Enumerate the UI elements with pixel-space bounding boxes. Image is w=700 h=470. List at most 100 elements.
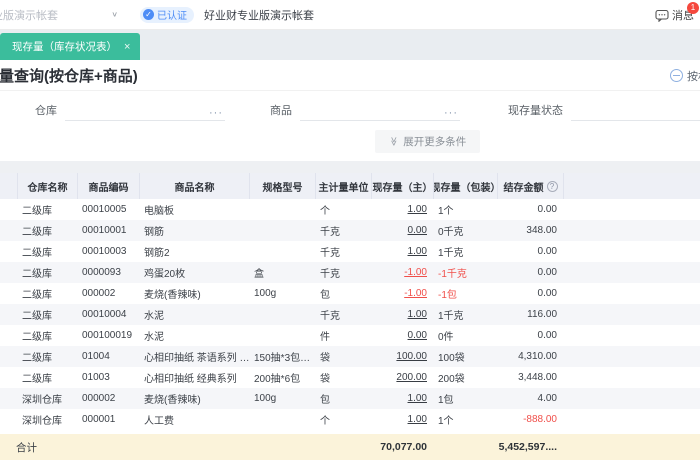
cell-name: 电脑板 — [144, 206, 174, 217]
cell-warehouse: 深圳仓库 — [22, 395, 62, 406]
cell-index — [0, 325, 18, 346]
header-code: 商品编码 — [78, 173, 140, 199]
cell-filler — [564, 304, 700, 325]
cell-qty-package: 1个 — [438, 416, 454, 427]
table-row[interactable]: 二级库 01004 心相印抽纸 茶语系列 … 150抽*3包… 袋 100.00… — [0, 346, 700, 367]
corner-action-button[interactable]: 按相 — [670, 60, 700, 90]
cell-code: 000100019 — [82, 330, 133, 341]
cell-qty-package: 100袋 — [438, 353, 465, 364]
qty-main-link[interactable]: 1.00 — [408, 246, 427, 257]
cell-qty-package: 1千克 — [438, 248, 464, 259]
cell-name: 钢筋 — [144, 227, 164, 238]
qty-main-link[interactable]: -1.00 — [404, 267, 427, 278]
header-spec: 规格型号 — [250, 173, 316, 199]
cell-name: 人工费 — [144, 416, 174, 427]
filter-panel: 仓库 ··· 商品 ··· 现存量状态 ≫ 展开更多条件 — [0, 91, 700, 161]
cell-unit: 个 — [320, 206, 330, 217]
cell-name: 水泥 — [144, 311, 164, 322]
cell-name: 麦烧(香辣味) — [144, 290, 201, 301]
table-row[interactable]: 二级库 000100019 水泥 件 0.00 0件 0.00 — [0, 325, 700, 346]
cell-unit: 袋 — [320, 374, 330, 385]
cell-spec — [250, 409, 316, 430]
cell-index — [0, 199, 18, 220]
cell-index — [0, 283, 18, 304]
cell-amount: 3,448.00 — [518, 372, 557, 383]
qty-main-link[interactable]: -1.00 — [404, 288, 427, 299]
account-set-selector[interactable]: 专业版演示帐套 ∨ — [0, 7, 122, 23]
cell-unit: 个 — [320, 416, 330, 427]
cell-code: 00010005 — [82, 204, 127, 215]
messages-count-badge: 1 — [687, 2, 699, 14]
total-label: 合计 — [16, 441, 37, 454]
cell-spec — [250, 325, 316, 346]
account-set-label: 专业版演示帐套 — [0, 9, 58, 22]
cell-qty-package: 1个 — [438, 206, 454, 217]
cell-index — [0, 367, 18, 388]
status-label: 现存量状态 — [508, 105, 563, 117]
header-qty-package: 现存量（包装） — [434, 173, 498, 199]
cell-filler — [564, 325, 700, 346]
cell-code: 000002 — [82, 288, 116, 299]
warehouse-picker-ellipsis[interactable]: ··· — [209, 107, 225, 120]
qty-main-link[interactable]: 1.00 — [408, 393, 427, 404]
table-row[interactable]: 二级库 00010003 钢筋2 千克 1.00 1千克 0.00 — [0, 241, 700, 262]
cell-unit: 千克 — [320, 311, 340, 322]
cell-qty-package: 0千克 — [438, 227, 464, 238]
product-picker-ellipsis[interactable]: ··· — [444, 107, 460, 120]
header-filler — [564, 173, 700, 199]
cell-unit: 千克 — [320, 227, 340, 238]
cell-spec: 100g — [254, 288, 277, 299]
cell-amount: -888.00 — [523, 414, 557, 425]
cell-filler — [564, 409, 700, 430]
cell-code: 00010001 — [82, 225, 127, 236]
warehouse-input[interactable]: ··· — [65, 101, 225, 121]
qty-main-link[interactable]: 1.00 — [408, 309, 427, 320]
cell-amount: 0.00 — [537, 288, 557, 299]
cell-spec: 200抽*6包 — [254, 374, 301, 385]
table-row[interactable]: 深圳仓库 000002 麦烧(香辣味) 100g 包 1.00 1包 4.00 — [0, 388, 700, 409]
qty-main-link[interactable]: 0.00 — [408, 330, 427, 341]
qty-main-link[interactable]: 0.00 — [408, 225, 427, 236]
expand-more-conditions-button[interactable]: ≫ 展开更多条件 — [374, 130, 481, 153]
qty-main-link[interactable]: 1.00 — [408, 414, 427, 425]
header-unit: 主计量单位 — [316, 173, 372, 199]
table-body: 二级库 00010005 电脑板 个 1.00 1个 0.00 二级库 0001… — [0, 199, 700, 430]
table-row[interactable]: 二级库 000002 麦烧(香辣味) 100g 包 -1.00 -1包 0.00 — [0, 283, 700, 304]
cell-spec — [250, 304, 316, 325]
inventory-table: 仓库名称 商品编码 商品名称 规格型号 主计量单位 现存量（主） 现存量（包装）… — [0, 173, 700, 460]
cell-warehouse: 二级库 — [22, 374, 52, 385]
cell-qty-package: 1千克 — [438, 311, 464, 322]
verified-check-icon: ✓ — [143, 9, 154, 20]
table-row[interactable]: 二级库 00010001 钢筋 千克 0.00 0千克 348.00 — [0, 220, 700, 241]
cell-filler — [564, 283, 700, 304]
header-amount: 结存金额 ? — [498, 173, 564, 199]
table-row[interactable]: 二级库 01003 心相印抽纸 经典系列 200抽*6包 袋 200.00 20… — [0, 367, 700, 388]
topbar: 专业版演示帐套 ∨ ✓ 已认证 好业财专业版演示帐套 消息 1 — [0, 0, 700, 30]
corner-action-label: 按相 — [687, 70, 700, 83]
cell-filler — [564, 346, 700, 367]
table-row[interactable]: 二级库 00010005 电脑板 个 1.00 1个 0.00 — [0, 199, 700, 220]
table-row[interactable]: 二级库 00010004 水泥 千克 1.00 1千克 116.00 — [0, 304, 700, 325]
qty-main-link[interactable]: 1.00 — [408, 204, 427, 215]
product-input[interactable]: ··· — [300, 101, 460, 121]
page-title: 现存量查询(按仓库+商品) — [0, 67, 138, 85]
cell-amount: 0.00 — [537, 246, 557, 257]
table-row[interactable]: 二级库 0000093 鸡蛋20枚 盒 千克 -1.00 -1千克 0.00 — [0, 262, 700, 283]
cell-qty-package: -1千克 — [438, 269, 467, 280]
cell-qty-package: 0件 — [438, 332, 454, 343]
status-filter: 现存量状态 — [508, 101, 700, 121]
cell-qty-package: -1包 — [438, 290, 457, 301]
close-icon[interactable]: × — [124, 41, 130, 53]
status-input[interactable] — [571, 101, 700, 121]
messages-button[interactable]: 消息 1 — [655, 0, 699, 30]
qty-main-link[interactable]: 200.00 — [396, 372, 427, 383]
cell-warehouse: 二级库 — [22, 290, 52, 301]
tab-inventory-status[interactable]: 现存量（库存状况表） × — [0, 33, 141, 60]
qty-main-link[interactable]: 100.00 — [396, 351, 427, 362]
table-total-row: 合计 70,077.00 5,452,597.... — [0, 434, 700, 460]
table-row[interactable]: 深圳仓库 000001 人工费 个 1.00 1个 -888.00 — [0, 409, 700, 430]
verified-label: 已认证 — [157, 11, 187, 22]
help-icon[interactable]: ? — [546, 180, 558, 192]
total-amount: 5,452,597.... — [498, 441, 557, 453]
cell-warehouse: 二级库 — [22, 227, 52, 238]
